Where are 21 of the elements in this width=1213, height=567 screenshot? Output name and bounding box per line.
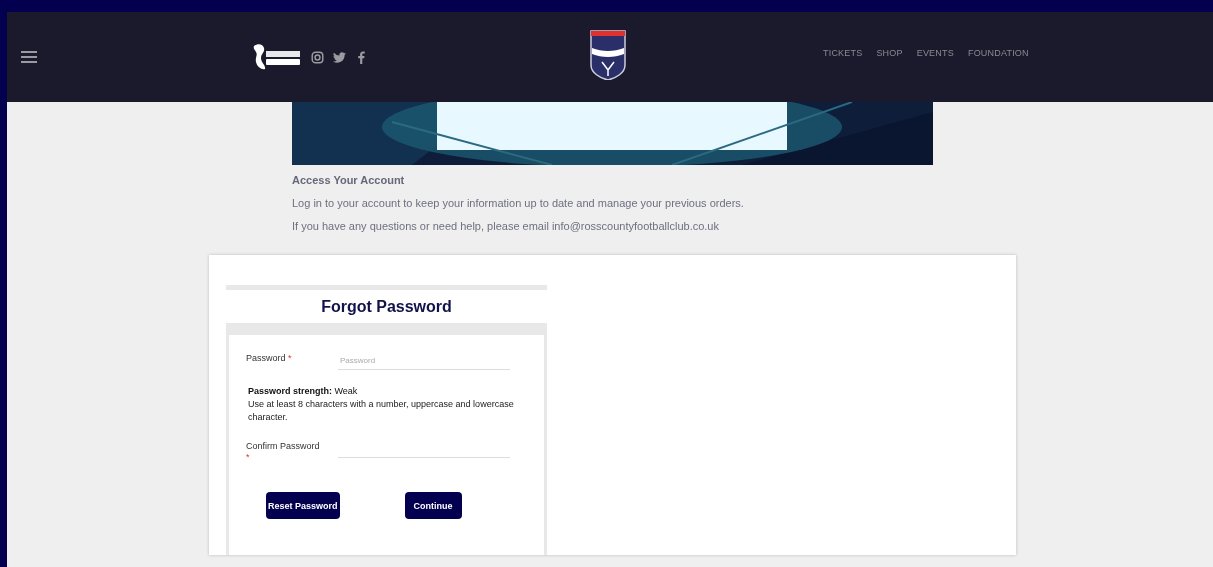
form-title: Forgot Password [320, 298, 453, 316]
menu-icon[interactable] [21, 51, 37, 63]
field-label: Password [246, 353, 286, 363]
crest-icon[interactable] [590, 30, 626, 80]
field-label: Confirm Password [246, 441, 320, 451]
nav-link[interactable]: FOUNDATION [967, 48, 1029, 58]
nav-link[interactable]: EVENTS [916, 48, 954, 58]
instagram-icon[interactable] [311, 50, 324, 64]
strength-text: Password strength: Weak [248, 386, 358, 396]
nav-link[interactable]: SHOP [876, 48, 903, 58]
intro-text: Log in to your account to keep your information up to date and manage your previous orders. [292, 197, 744, 209]
action-button[interactable]: Reset Password [266, 492, 340, 519]
required-mark: * [246, 452, 250, 462]
required-mark: * [288, 353, 292, 363]
nav-link[interactable]: TICKETS [823, 48, 863, 58]
twitter-icon[interactable] [333, 50, 346, 64]
section-heading: Access Your Account [292, 174, 406, 186]
action-button[interactable]: Continue [404, 492, 462, 519]
hint-text: Use at least 8 characters with a number, uppercase and lowercase character. [248, 398, 515, 424]
intro-text: If you have any questions or need help, please email info@rosscountyfootballclub.co.uk [292, 220, 720, 232]
facebook-icon[interactable] [355, 50, 368, 64]
